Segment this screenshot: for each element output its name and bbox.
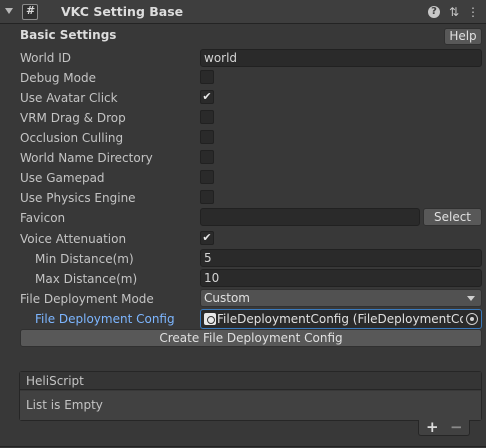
debug-mode-label: Debug Mode — [20, 71, 96, 85]
context-menu-icon[interactable]: ⋮ — [466, 5, 480, 19]
heliscript-list-empty: List is Empty — [20, 391, 481, 420]
voice-attenuation-label: Voice Attenuation — [20, 232, 127, 246]
occlusion-culling-label: Occlusion Culling — [20, 131, 124, 145]
help-button[interactable]: Help — [444, 28, 482, 45]
favicon-select-button[interactable]: Select — [423, 208, 482, 226]
file-deployment-mode-label: File Deployment Mode — [20, 292, 154, 306]
chevron-down-icon — [467, 296, 475, 301]
heliscript-list-header[interactable]: HeliScript — [20, 372, 481, 390]
file-deployment-config-value: FileDeploymentConfig (FileDeploymentConf — [217, 312, 463, 326]
object-picker-icon[interactable] — [466, 313, 478, 325]
component-title: VKC Setting Base — [61, 4, 184, 19]
file-deployment-config-field[interactable]: FileDeploymentConfig (FileDeploymentConf — [200, 309, 482, 329]
component-header[interactable]: VKC Setting Base ? ⇅ ⋮ — [0, 0, 486, 24]
heliscript-list-footer: + − — [418, 418, 470, 436]
file-deployment-mode-dropdown[interactable]: Custom — [200, 289, 482, 307]
add-icon[interactable]: + — [426, 418, 439, 436]
max-distance-input[interactable]: 10 — [200, 269, 482, 287]
remove-icon[interactable]: − — [450, 418, 463, 436]
foldout-arrow-icon[interactable] — [5, 8, 13, 14]
use-gamepad-toggle[interactable] — [200, 170, 214, 184]
voice-attenuation-toggle[interactable]: ✔ — [200, 231, 214, 245]
favicon-label: Favicon — [20, 211, 66, 225]
min-distance-label: Min Distance(m) — [35, 252, 134, 266]
world-id-label: World ID — [20, 51, 71, 65]
use-physics-engine-label: Use Physics Engine — [20, 191, 136, 205]
create-file-deployment-config-button[interactable]: Create File Deployment Config — [20, 329, 482, 347]
section-title: Basic Settings — [20, 28, 117, 42]
vrm-drag-drop-label: VRM Drag & Drop — [20, 111, 126, 125]
file-deployment-mode-value: Custom — [204, 291, 250, 305]
use-gamepad-label: Use Gamepad — [20, 171, 105, 185]
file-deployment-config-label: File Deployment Config — [35, 312, 175, 326]
divider — [0, 446, 486, 447]
use-avatar-click-toggle[interactable]: ✔ — [200, 90, 214, 104]
world-name-directory-toggle[interactable] — [200, 150, 214, 164]
heliscript-list: HeliScript List is Empty — [19, 371, 482, 421]
help-icon[interactable]: ? — [428, 6, 440, 18]
scriptable-object-icon — [204, 313, 216, 325]
use-avatar-click-label: Use Avatar Click — [20, 91, 118, 105]
debug-mode-toggle[interactable] — [200, 70, 214, 84]
presets-icon[interactable]: ⇅ — [447, 5, 461, 19]
vrm-drag-drop-toggle[interactable] — [200, 110, 214, 124]
favicon-input[interactable] — [200, 208, 420, 226]
world-id-input[interactable]: world — [200, 49, 482, 67]
world-name-directory-label: World Name Directory — [20, 151, 153, 165]
use-physics-engine-toggle[interactable] — [200, 190, 214, 204]
occlusion-culling-toggle[interactable] — [200, 130, 214, 144]
min-distance-input[interactable]: 5 — [200, 249, 482, 267]
max-distance-label: Max Distance(m) — [35, 272, 138, 286]
script-icon — [22, 4, 38, 20]
